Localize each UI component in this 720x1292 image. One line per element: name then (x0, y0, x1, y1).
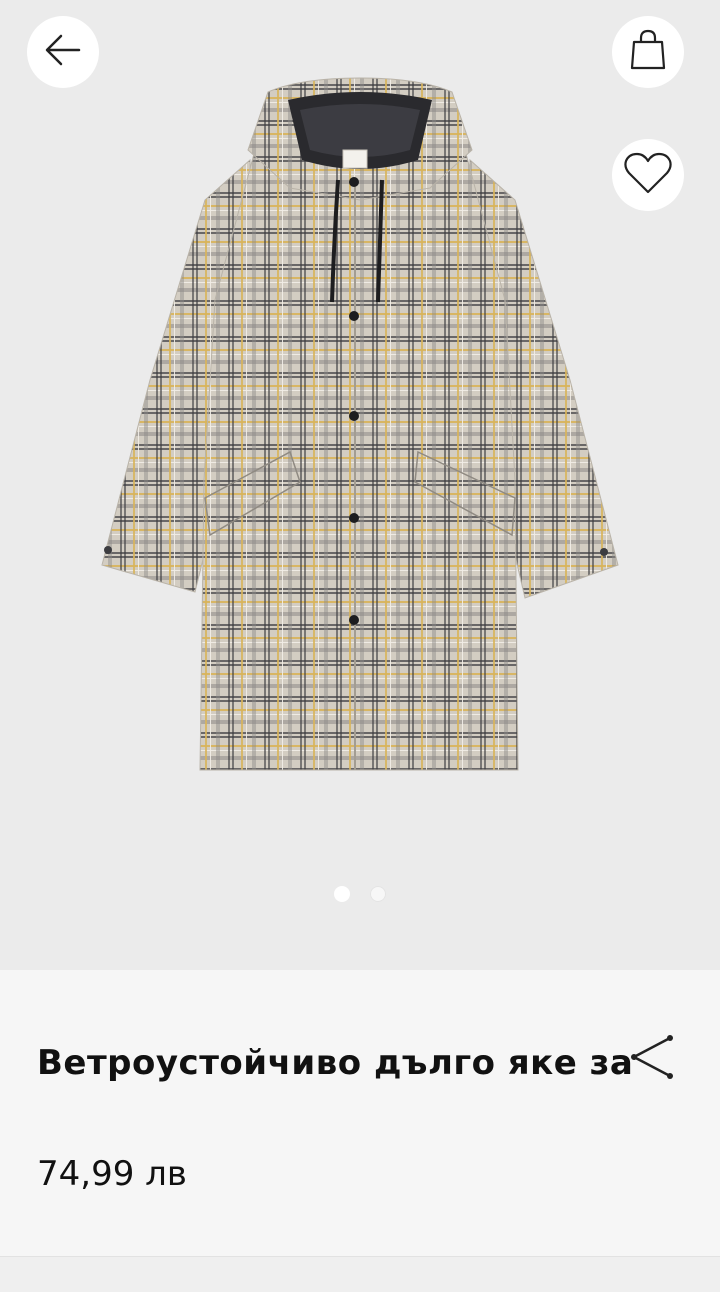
product-title: Ветроустойчиво дълго яке за (37, 1043, 634, 1083)
share-button[interactable] (626, 1030, 680, 1084)
arrow-left-icon (43, 30, 83, 74)
share-icon (626, 1035, 680, 1088)
product-image-gallery[interactable] (0, 0, 720, 970)
gallery-dot-1[interactable] (334, 886, 350, 902)
product-details (0, 970, 720, 1256)
gallery-dot-2[interactable] (370, 886, 386, 902)
heart-icon (622, 150, 674, 200)
bottom-action-bar (0, 1256, 720, 1292)
shopping-bag-button[interactable] (612, 16, 684, 88)
shopping-bag-icon (628, 28, 668, 76)
back-button[interactable] (27, 16, 99, 88)
product-price: 74,99 лв (37, 1154, 187, 1194)
product-image[interactable] (0, 0, 720, 970)
gallery-pagination (0, 886, 720, 902)
favorite-button[interactable] (612, 139, 684, 211)
